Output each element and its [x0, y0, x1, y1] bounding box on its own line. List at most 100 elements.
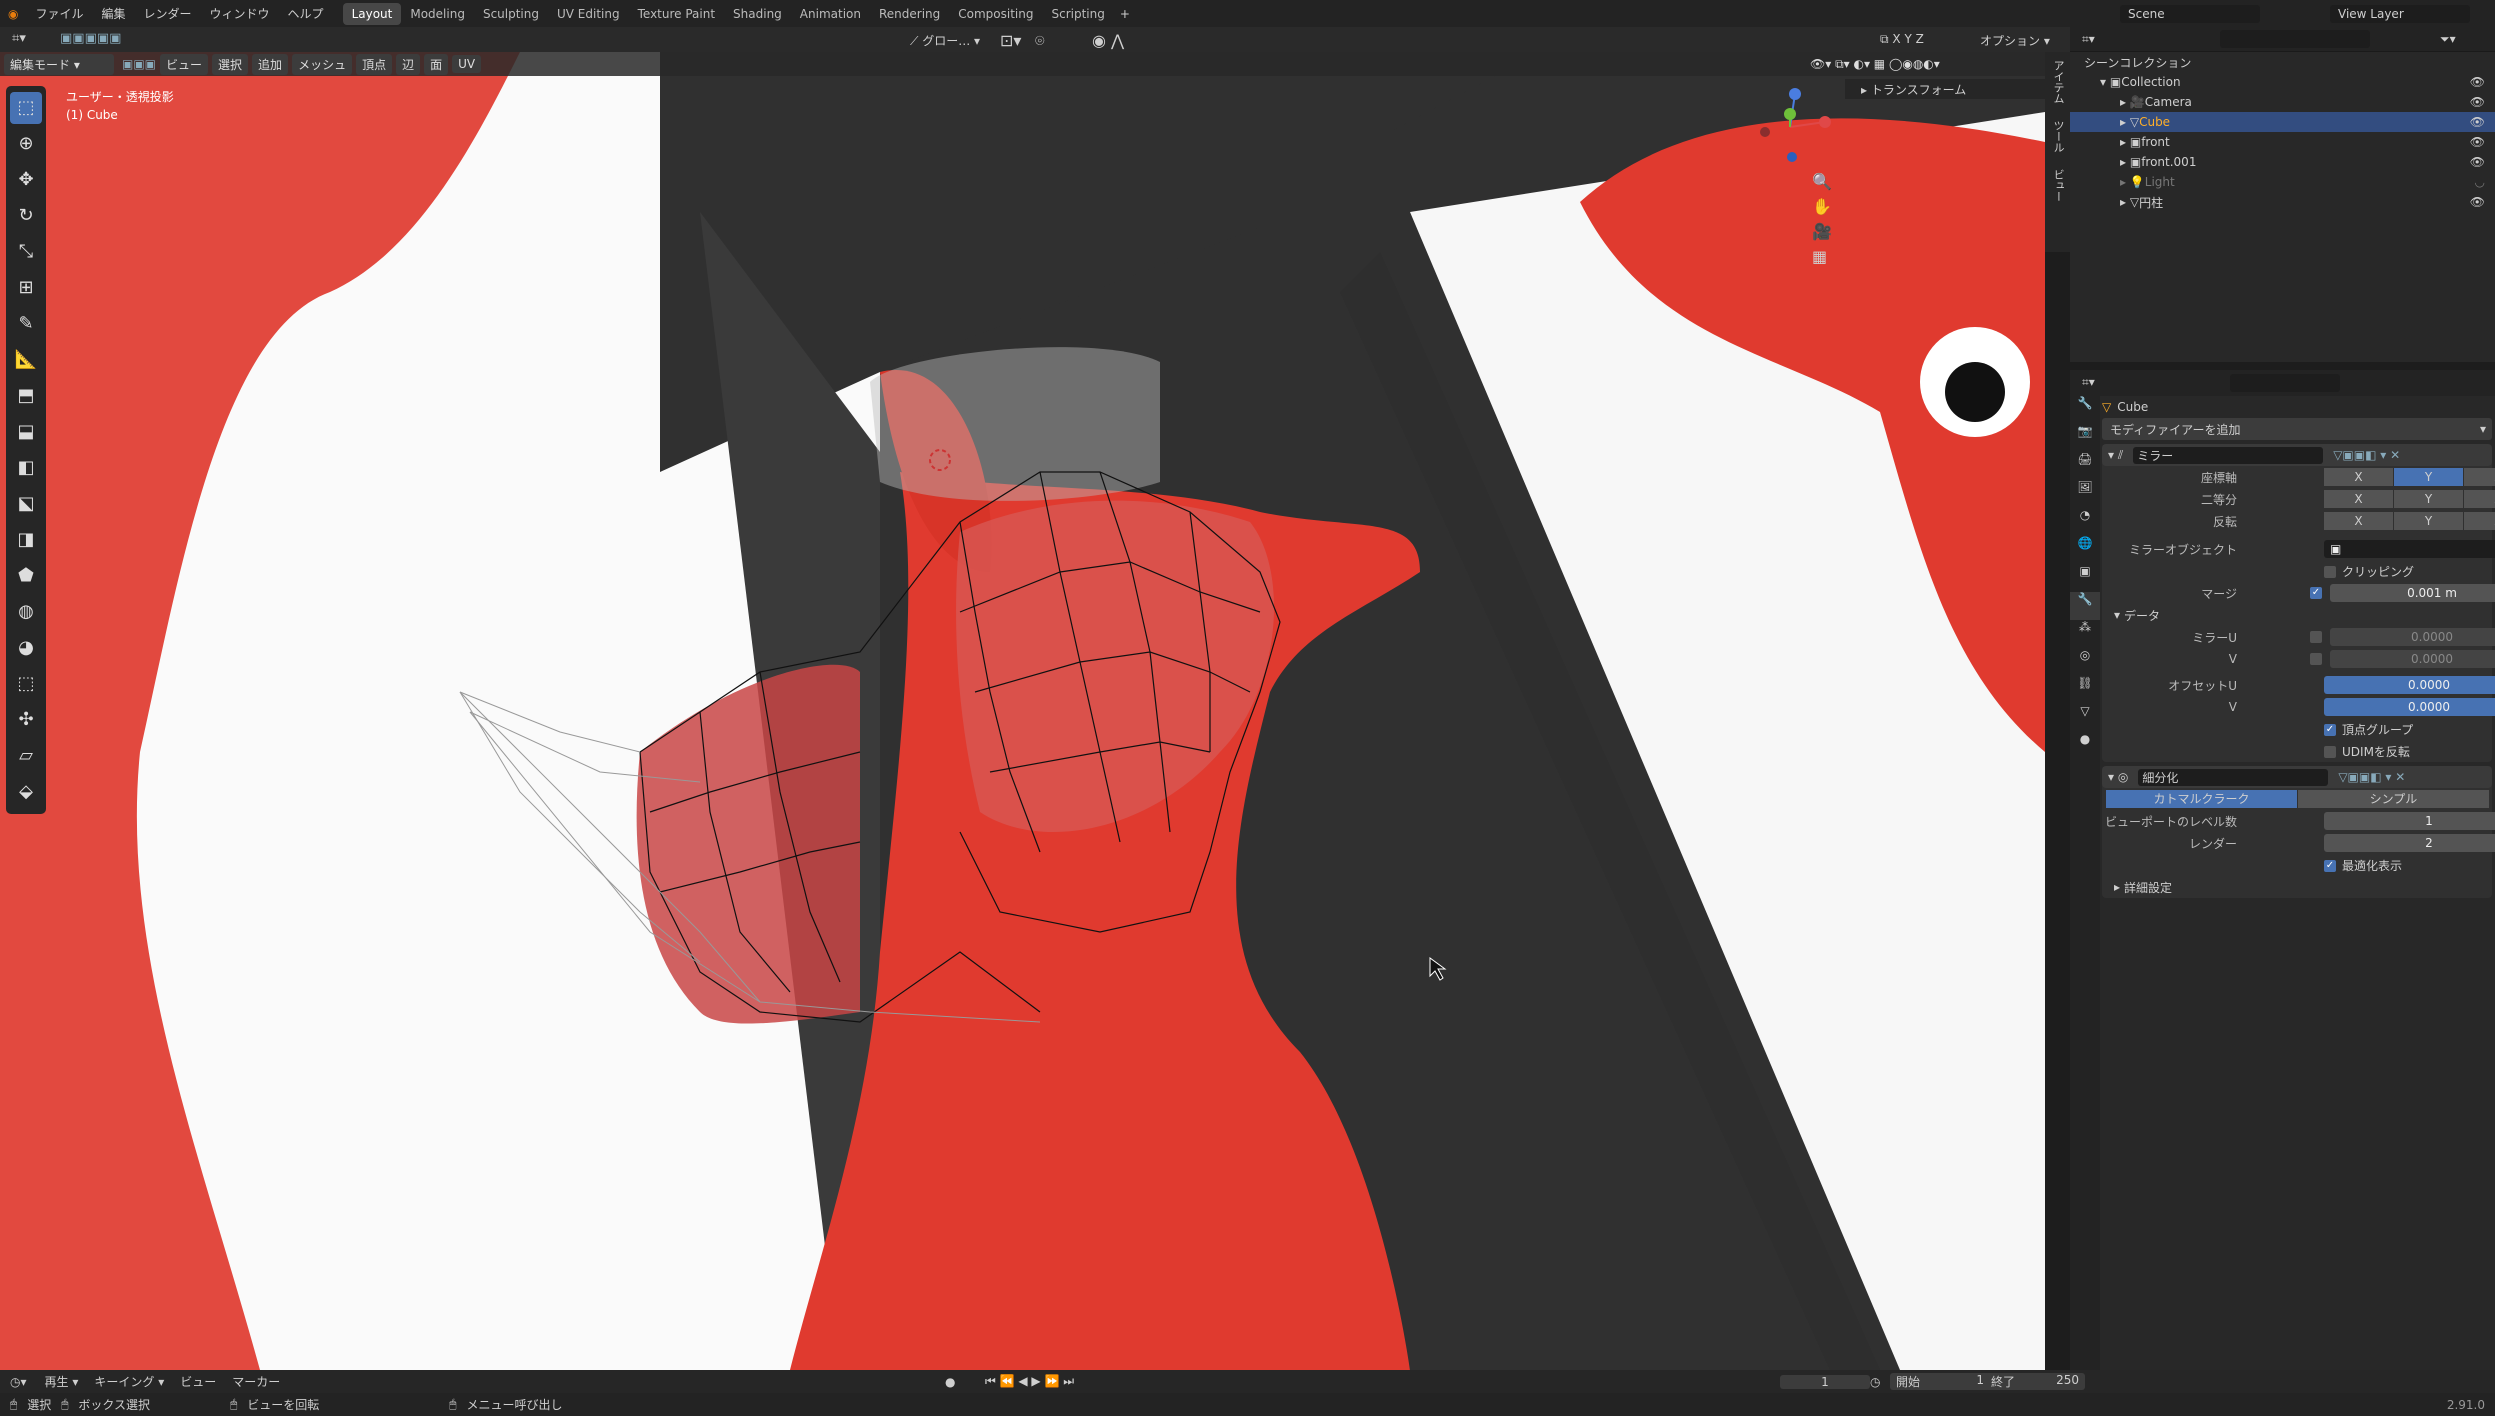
merge-distance-field[interactable]: 0.001 m: [2330, 584, 2495, 602]
outliner-filter-icon[interactable]: ⏷▾: [2440, 32, 2456, 47]
marker-menu[interactable]: マーカー: [224, 1373, 288, 1390]
menu-window[interactable]: ウィンドウ: [201, 5, 279, 22]
subsurf-name-field[interactable]: 細分化: [2138, 768, 2329, 786]
playback-controls[interactable]: ⏮ ⏪ ◀ ▶ ⏩ ⏭: [985, 1374, 1074, 1389]
mode-dropdown[interactable]: 編集モード ▾: [4, 53, 114, 75]
pan-hand-icon[interactable]: ✋: [1812, 197, 1832, 216]
advanced-subpanel-header[interactable]: ▸ 詳細設定: [2102, 876, 2492, 898]
viewport-shading-icons[interactable]: 👁▾ ⧉▾ ◐▾ ▦ ◯◉◍◐▾: [1810, 57, 1940, 72]
outliner-item-cylinder[interactable]: ▸ ▽ 円柱 👁: [2070, 192, 2495, 212]
outliner-item-front[interactable]: ▸ ▣ front 👁: [2070, 132, 2495, 152]
menu-uv[interactable]: UV: [452, 55, 482, 73]
vertex-groups-checkbox[interactable]: ✓: [2324, 724, 2336, 736]
menu-mesh[interactable]: メッシュ: [292, 53, 353, 75]
bevel-tool-icon[interactable]: ◧: [10, 452, 42, 484]
blender-logo-icon[interactable]: ◉: [0, 7, 26, 21]
editor-type-icon[interactable]: ⌗▾: [12, 31, 26, 46]
transform-tool-icon[interactable]: ⊞: [10, 272, 42, 304]
workspace-tab-layout[interactable]: Layout: [342, 2, 402, 25]
eye-icon[interactable]: 👁: [2470, 115, 2485, 129]
menu-vertex[interactable]: 頂点: [356, 53, 393, 75]
annotate-tool-icon[interactable]: ✎: [10, 308, 42, 340]
knife-tool-icon[interactable]: ◨: [10, 524, 42, 556]
menu-face[interactable]: 面: [424, 53, 449, 75]
view-layer-selector[interactable]: View Layer: [2330, 4, 2470, 23]
mirror-toggle-icons[interactable]: ▽▣▣◧ ▾ ✕: [2333, 448, 2400, 462]
add-workspace-icon[interactable]: +: [1120, 7, 1130, 21]
move-tool-icon[interactable]: ✥: [10, 164, 42, 196]
camera-view-icon[interactable]: 🎥: [1812, 222, 1832, 241]
outliner-item-light[interactable]: ▸ 💡 Light ◡: [2070, 172, 2495, 192]
end-frame-field[interactable]: 終了 250: [1985, 1373, 2085, 1390]
menu-help[interactable]: ヘルプ: [279, 5, 333, 22]
subsurf-toggle-icons[interactable]: ▽▣▣◧ ▾ ✕: [2338, 770, 2405, 784]
object-tab-icon[interactable]: ▣: [2070, 564, 2100, 592]
extrude-tool-icon[interactable]: ⬒: [10, 380, 42, 412]
data-subpanel-header[interactable]: ▾ データ: [2102, 604, 2492, 626]
workspace-tab-modeling[interactable]: Modeling: [401, 3, 474, 25]
tab-tool[interactable]: ツール: [2045, 112, 2071, 161]
polybuild-tool-icon[interactable]: ⬟: [10, 560, 42, 592]
output-tab-icon[interactable]: 🖨: [2070, 452, 2100, 480]
offset-u-field[interactable]: 0.0000: [2324, 676, 2495, 694]
keying-menu[interactable]: キーイング ▾: [86, 1373, 172, 1390]
subsurf-modifier-header[interactable]: ▾ ◎ 細分化 ▽▣▣◧ ▾ ✕: [2102, 766, 2492, 788]
outliner-search[interactable]: [2220, 30, 2370, 48]
timeline-type-icon[interactable]: ◷▾: [0, 1375, 37, 1389]
measure-tool-icon[interactable]: 📐: [10, 344, 42, 376]
outliner-item-cube[interactable]: ▸ ▽ Cube 👁: [2070, 112, 2495, 132]
mirror-name-field[interactable]: ミラー: [2133, 446, 2324, 464]
workspace-tab-shading[interactable]: Shading: [724, 3, 791, 25]
workspace-tab-texture-paint[interactable]: Texture Paint: [629, 3, 724, 25]
eye-icon[interactable]: 👁: [2470, 95, 2485, 109]
record-icon[interactable]: ●: [945, 1375, 955, 1389]
outliner-type-icon[interactable]: ⌗▾: [2082, 32, 2095, 47]
material-tab-icon[interactable]: ●: [2070, 732, 2100, 760]
workspace-tab-scripting[interactable]: Scripting: [1042, 3, 1113, 25]
current-frame-field[interactable]: 1: [1780, 1374, 1870, 1389]
zoom-icon[interactable]: 🔍: [1812, 172, 1832, 191]
navigation-gizmo[interactable]: [1750, 82, 1840, 172]
proportional-edit-icon[interactable]: ◉ ⋀: [1092, 31, 1124, 50]
flip-toggles[interactable]: XYZ: [2324, 512, 2495, 530]
eye-icon[interactable]: 👁: [2470, 135, 2485, 149]
workspace-tab-uv-editing[interactable]: UV Editing: [548, 3, 629, 25]
properties-type-icon[interactable]: ⌗▾: [2082, 375, 2095, 390]
render-tab-icon[interactable]: 📷: [2070, 424, 2100, 452]
data-tab-icon[interactable]: ▽: [2070, 704, 2100, 732]
preview-range-icon[interactable]: ◷: [1870, 1375, 1880, 1389]
mirror-axis-toggles[interactable]: XYZ: [2324, 468, 2495, 486]
flip-udim-checkbox[interactable]: [2324, 746, 2336, 758]
options-dropdown[interactable]: オプション ▾: [1980, 32, 2050, 49]
eye-hidden-icon[interactable]: ◡: [2475, 175, 2485, 189]
mirror-u-field[interactable]: 0.0000: [2330, 628, 2495, 646]
world-tab-icon[interactable]: 🌐: [2070, 536, 2100, 564]
clipping-checkbox[interactable]: [2324, 566, 2336, 578]
3d-viewport[interactable]: 編集モード ▾ ▣▣▣ ビュー 選択 追加 メッシュ 頂点 辺 面 UV 👁▾ …: [0, 52, 2045, 1370]
mirror-u-checkbox[interactable]: [2310, 631, 2322, 643]
select-mode-icons[interactable]: ▣▣▣▣▣: [60, 31, 121, 46]
eye-icon[interactable]: 👁: [2470, 75, 2485, 89]
workspace-tab-compositing[interactable]: Compositing: [949, 3, 1042, 25]
mirror-v-checkbox[interactable]: [2310, 653, 2322, 665]
scene-tab-icon[interactable]: ◔: [2070, 508, 2100, 536]
menu-file[interactable]: ファイル: [26, 5, 92, 22]
merge-checkbox[interactable]: ✓: [2310, 587, 2322, 599]
constraints-tab-icon[interactable]: ⛓: [2070, 676, 2100, 704]
spin-tool-icon[interactable]: ◍: [10, 596, 42, 628]
mirror-modifier-header[interactable]: ▾ ⫽ ミラー ▽▣▣◧ ▾ ✕: [2102, 444, 2492, 466]
offset-v-field[interactable]: 0.0000: [2324, 698, 2495, 716]
menu-add[interactable]: 追加: [252, 53, 289, 75]
workspace-tab-animation[interactable]: Animation: [791, 3, 870, 25]
menu-edge[interactable]: 辺: [396, 53, 421, 75]
tab-view[interactable]: ビュー: [2045, 161, 2071, 210]
inset-tool-icon[interactable]: ⬓: [10, 416, 42, 448]
physics-tab-icon[interactable]: ◎: [2070, 648, 2100, 676]
add-modifier-dropdown[interactable]: モディファイアーを追加 ▾: [2102, 418, 2492, 440]
smooth-tool-icon[interactable]: ◕: [10, 632, 42, 664]
optimal-display-checkbox[interactable]: ✓: [2324, 860, 2336, 872]
outliner-item-camera[interactable]: ▸ 🎥 Camera 👁: [2070, 92, 2495, 112]
rotate-tool-icon[interactable]: ↻: [10, 200, 42, 232]
eye-icon[interactable]: 👁: [2470, 195, 2485, 209]
cursor-tool-icon[interactable]: ⊕: [10, 128, 42, 160]
